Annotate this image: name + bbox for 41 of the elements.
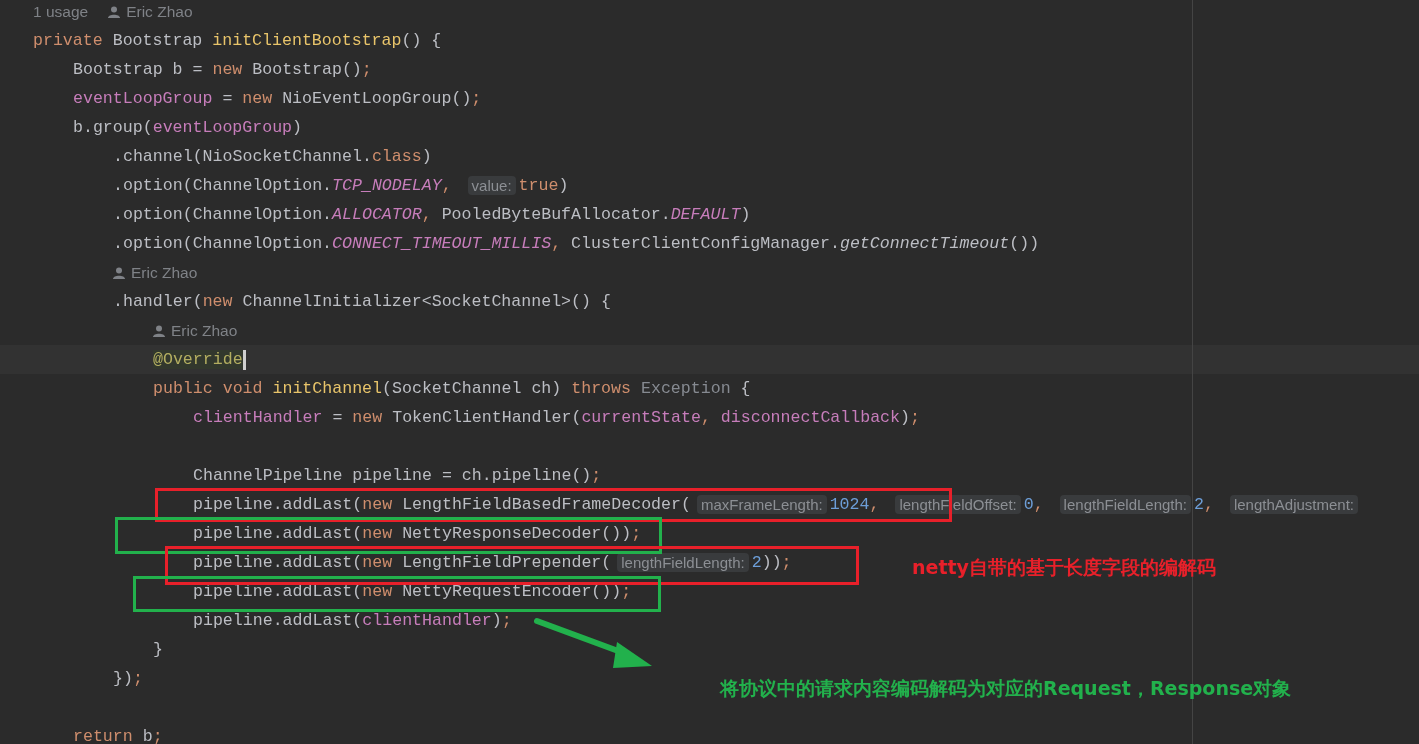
annotation-note: 将协议中的请求内容编码解码为对应的Request，Response对象 xyxy=(720,676,1292,701)
person-icon xyxy=(108,5,121,18)
code-text: private Bootstrap initClientBootstrap() { xyxy=(33,31,442,50)
code-text: 0, xyxy=(1023,495,1045,514)
person-icon xyxy=(153,324,165,337)
parameter-hint: value: xyxy=(467,176,516,195)
code-text: 1024, xyxy=(829,495,881,514)
code-text: 2)); xyxy=(751,553,792,572)
code-text: Bootstrap b = new Bootstrap(); xyxy=(73,60,372,79)
parameter-hint: lengthFieldLength: xyxy=(617,553,749,572)
code-text: pipeline.addLast(new NettyRequestEncoder()); xyxy=(193,582,632,601)
code-text: .option(ChannelOption.CONNECT_TIMEOUT_MILLIS, ClusterClientConfigManager.getConnectTimeout()) xyxy=(113,234,1040,253)
code-text: @Override xyxy=(153,350,243,369)
code-text: pipeline.addLast(new LengthFieldBasedFrameDecoder( xyxy=(193,495,691,514)
code-text: ChannelPipeline pipeline = ch.pipeline(); xyxy=(193,466,602,485)
code-text: }); xyxy=(113,669,143,688)
code-text: return b; xyxy=(73,727,163,744)
code-text: .channel(NioSocketChannel.class) xyxy=(113,147,432,166)
code-text: } xyxy=(153,640,163,659)
author-name[interactable]: Eric Zhao xyxy=(126,2,193,21)
annotation-note: netty自带的基于长度字段的编解码 xyxy=(912,555,1216,580)
parameter-hint: lengthFieldLength: xyxy=(1059,495,1192,514)
usage-count[interactable]: 1 usage xyxy=(33,2,89,21)
code-text: true) xyxy=(518,176,569,195)
text-cursor xyxy=(242,349,246,370)
parameter-hint: maxFrameLength: xyxy=(696,495,827,514)
code-text: .option(ChannelOption.TCP_NODELAY, xyxy=(113,176,453,195)
code-text: .handler(new ChannelInitializer<SocketChannel>() { xyxy=(113,292,611,311)
code-text: pipeline.addLast(new LengthFieldPrepender( xyxy=(193,553,612,572)
code-text: .option(ChannelOption.ALLOCATOR, PooledByteBufAllocator.DEFAULT) xyxy=(113,205,751,224)
code-text: public void initChannel(SocketChannel ch) throws Exception { xyxy=(153,379,751,398)
parameter-hint: lengthAdjustment: xyxy=(1229,495,1358,514)
author-name[interactable]: Eric Zhao xyxy=(171,321,238,340)
code-text: pipeline.addLast(clientHandler); xyxy=(193,611,512,630)
code-text: pipeline.addLast(new NettyResponseDecoder()); xyxy=(193,524,642,543)
code-text: b.group(eventLoopGroup) xyxy=(73,118,303,137)
code-text: 2, xyxy=(1194,495,1215,514)
code-text: eventLoopGroup = new NioEventLoopGroup(); xyxy=(73,89,482,108)
person-icon xyxy=(113,266,125,279)
code-text: clientHandler = new TokenClientHandler(currentState, disconnectCallback); xyxy=(193,408,920,427)
author-name[interactable]: Eric Zhao xyxy=(131,263,198,282)
